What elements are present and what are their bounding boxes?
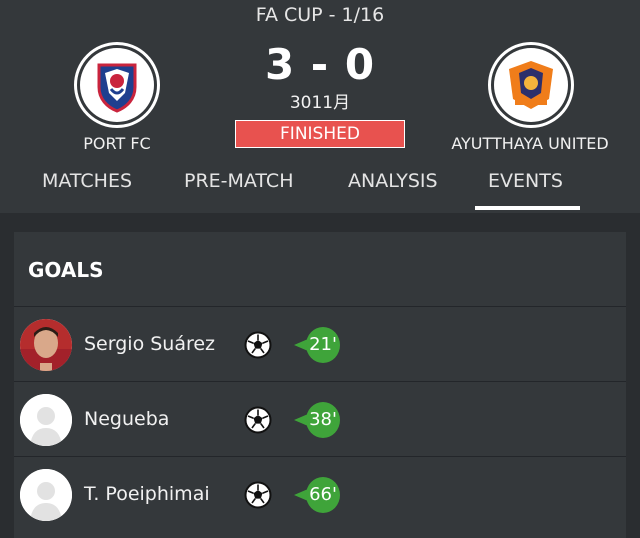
match-status-badge: FINISHED [235, 120, 405, 148]
active-tab-indicator [475, 206, 580, 210]
competition-title: FA CUP - 1/16 [255, 4, 385, 26]
match-score: 3 - 0 [264, 40, 376, 89]
home-team-name[interactable]: PORT FC [40, 134, 194, 153]
home-crest-logo [80, 48, 154, 122]
player-name: T. Poeiphimai [84, 483, 210, 505]
goal-row[interactable]: T. Poeiphimai 66' [14, 456, 626, 532]
player-avatar [20, 319, 72, 371]
player-name: Negueba [84, 408, 170, 430]
goal-row[interactable]: Negueba 38' [14, 381, 626, 457]
away-team-name[interactable]: AYUTTHAYA UNITED [440, 134, 620, 153]
tab-events[interactable]: EVENTS [488, 170, 563, 192]
away-team-crest[interactable] [488, 42, 574, 128]
match-date: 3011月 [289, 93, 351, 113]
tab-pre-match[interactable]: PRE-MATCH [184, 170, 293, 192]
football-icon [244, 481, 272, 509]
goal-minute-badge: 66' [306, 477, 340, 513]
port-fc-logo-icon [97, 63, 137, 113]
football-icon [244, 406, 272, 434]
player-avatar-placeholder [20, 394, 72, 446]
goal-minute-badge: 38' [306, 402, 340, 438]
goals-card: GOALS Sergio Suárez 21' Negueba 38' T. P… [14, 232, 626, 538]
away-crest-logo [494, 48, 568, 122]
goal-row[interactable]: Sergio Suárez 21' [14, 306, 626, 382]
tab-analysis[interactable]: ANALYSIS [348, 170, 438, 192]
football-icon [244, 331, 272, 359]
player-name: Sergio Suárez [84, 333, 216, 355]
goal-minute-badge: 21' [306, 327, 340, 363]
goals-section-title: GOALS [28, 258, 104, 282]
home-team-crest[interactable] [74, 42, 160, 128]
player-avatar-placeholder [20, 469, 72, 521]
tab-bar: MATCHES PRE-MATCH ANALYSIS EVENTS [0, 168, 640, 213]
ayutthaya-united-logo-icon [509, 61, 553, 109]
tab-matches[interactable]: MATCHES [42, 170, 132, 192]
match-header: FA CUP - 1/16 PORT FC 3 - 0 3011月 FINISH… [0, 0, 640, 213]
